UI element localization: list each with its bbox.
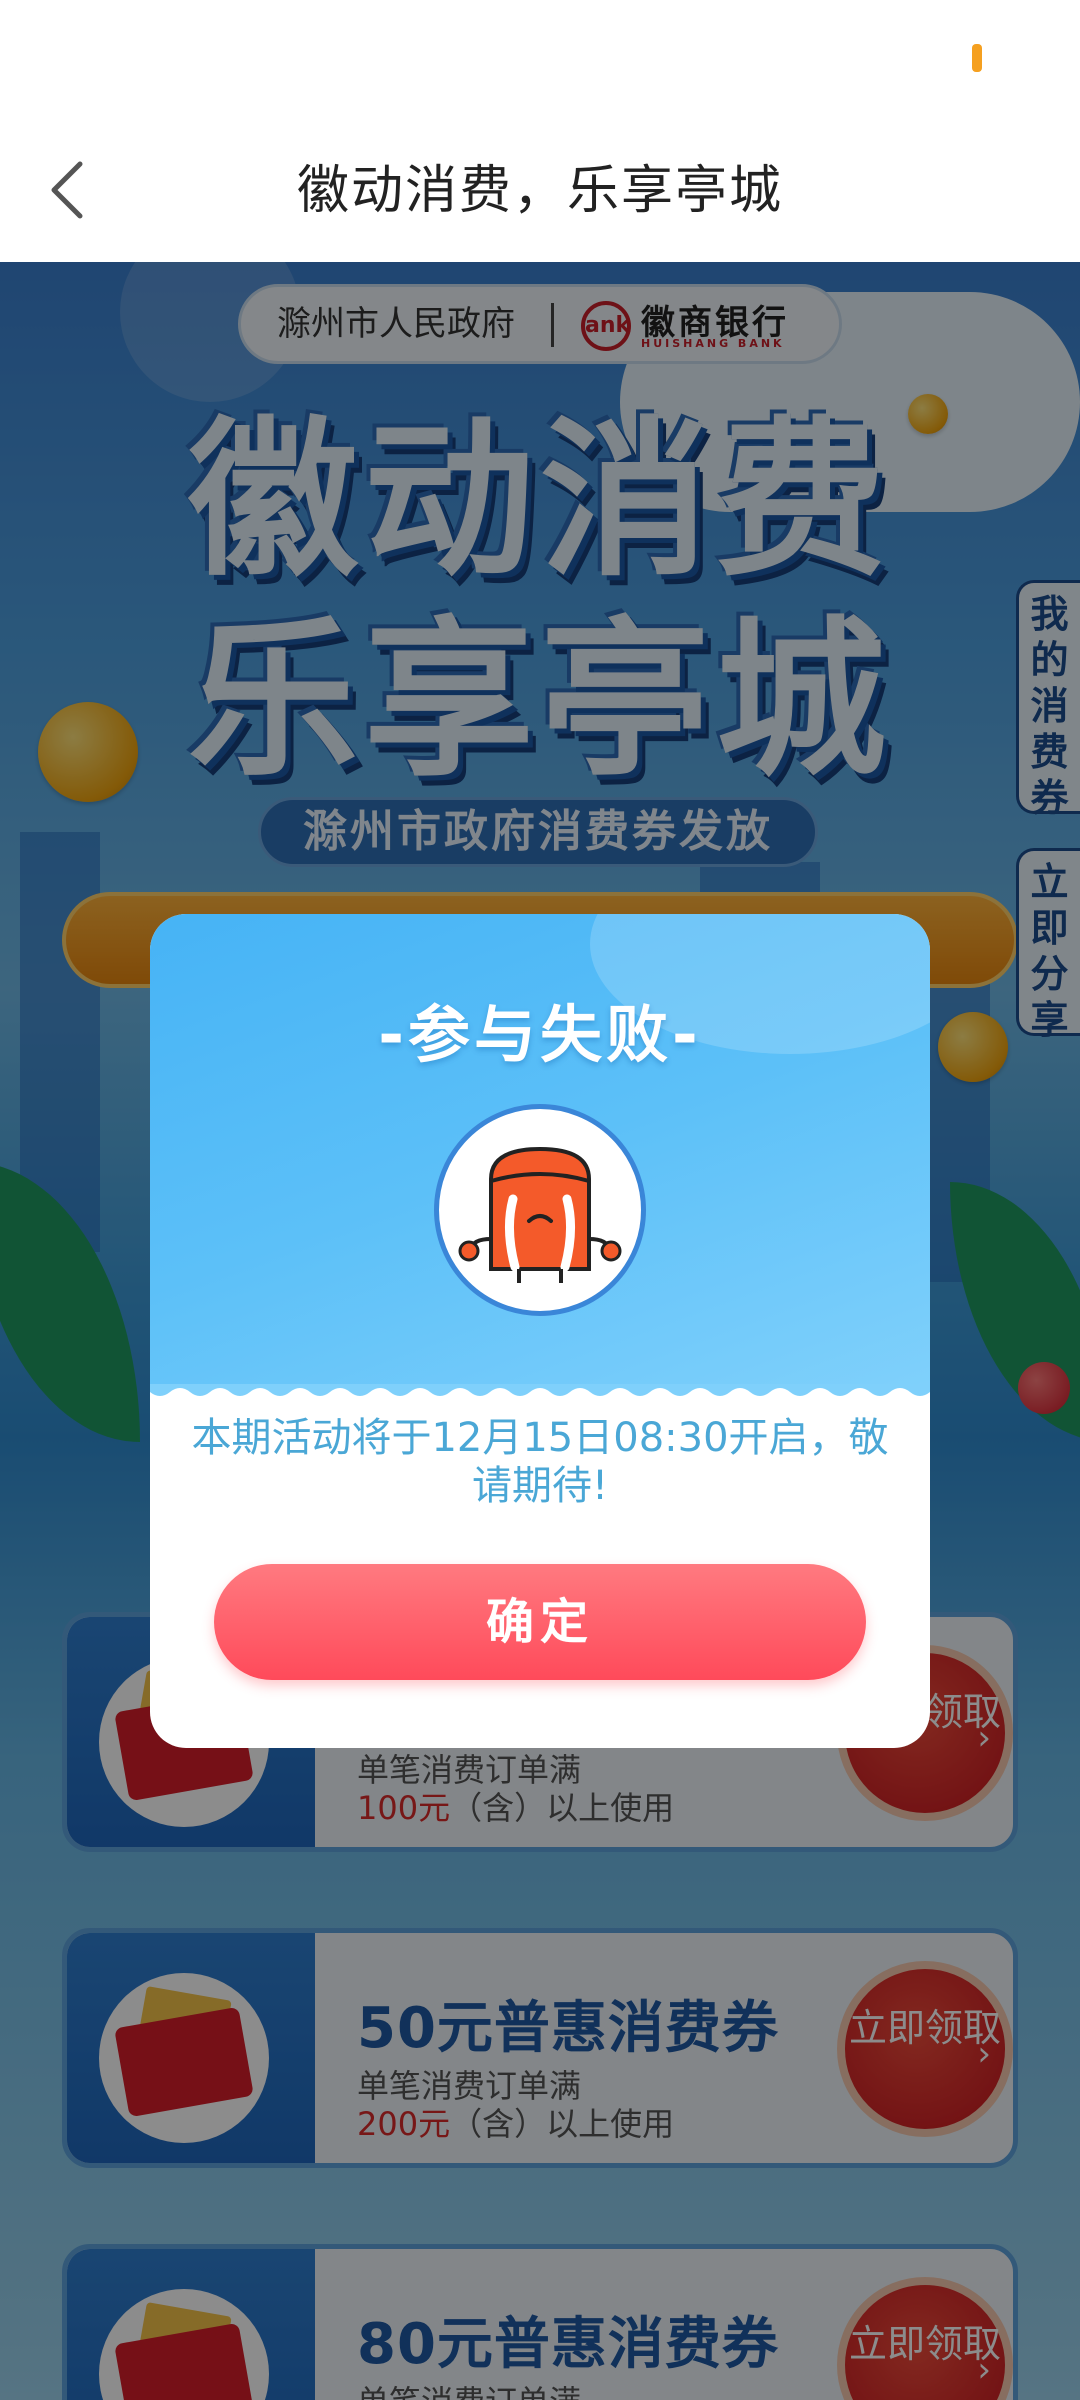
chevron-left-icon	[51, 161, 83, 219]
crying-face-icon	[434, 1104, 646, 1316]
status-bar	[0, 0, 1080, 120]
failure-dialog: -参与失败- 本期活动将于12月15日08:30开启，敬请期待! 确定	[150, 914, 930, 1748]
dialog-title: -参与失败-	[378, 998, 702, 1071]
battery-icon	[972, 44, 982, 72]
nav-header: 徽动消费，乐享亭城	[0, 120, 1080, 262]
back-button[interactable]	[30, 150, 110, 230]
confirm-button[interactable]: 确定	[214, 1564, 866, 1680]
crying-mascot-icon	[458, 1146, 622, 1283]
dialog-message: 本期活动将于12月15日08:30开启，敬请期待!	[191, 1415, 889, 1509]
page-title: 徽动消费，乐享亭城	[296, 161, 783, 221]
scallop-divider	[150, 1384, 930, 1396]
